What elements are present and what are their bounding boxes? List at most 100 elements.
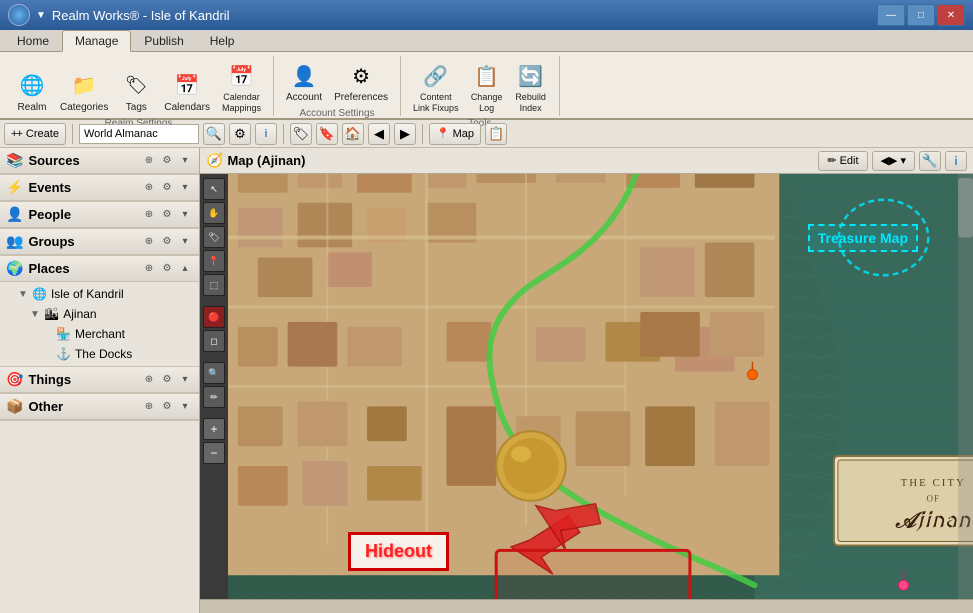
create-button[interactable]: + + Create	[4, 123, 66, 145]
groups-add-btn[interactable]: ⊕	[141, 234, 157, 250]
toolbar-separator-3	[422, 124, 423, 144]
back-btn[interactable]: ◀	[368, 123, 390, 145]
ribbon-btn-rebuild-index[interactable]: 🔄 RebuildIndex	[511, 58, 551, 116]
search-input[interactable]	[79, 124, 199, 144]
sidebar-section-other: 📦 Other ⊕ ⚙ ▾	[0, 394, 199, 421]
ribbon-btn-calendar-mappings[interactable]: 📅 CalendarMappings	[218, 58, 265, 116]
ribbon-btn-calendars[interactable]: 📅 Calendars	[160, 68, 214, 116]
places-settings-btn[interactable]: ⚙	[159, 261, 175, 277]
account-settings-label: Account Settings	[299, 108, 374, 119]
preferences-icon: ⚙	[345, 60, 377, 92]
map-image[interactable]: THE CITY OF 𝒜jinan Treasure Map	[228, 174, 973, 599]
tree-item-isle-of-kandril[interactable]: ▼ 🌐 Isle of Kandril	[0, 284, 199, 304]
sources-expand-btn[interactable]: ▾	[177, 153, 193, 169]
sidebar-header-places[interactable]: 🌍 Places ⊕ ⚙ ▴	[0, 256, 199, 282]
ribbon-btn-content-link-fixups[interactable]: 🔗 ContentLink Fixups	[409, 58, 463, 116]
map-ctrl-tag[interactable]: 🏷	[203, 226, 225, 248]
map-horizontal-scrollbar[interactable]	[200, 599, 973, 613]
events-label: Events	[28, 180, 71, 195]
map-tools-btn[interactable]: 🔧	[919, 151, 941, 171]
ribbon-btn-account[interactable]: 👤 Account	[282, 58, 326, 106]
other-expand-btn[interactable]: ▾	[177, 399, 193, 415]
maximize-button[interactable]: □	[907, 4, 935, 26]
ajinan-icon: 🏙	[44, 307, 59, 321]
map-ctrl-move[interactable]: ✋	[203, 202, 225, 224]
map-ctrl-zoom-out[interactable]: −	[203, 442, 225, 464]
places-icon: 🌍	[6, 260, 23, 277]
ribbon-btn-categories[interactable]: 📁 Categories	[56, 68, 112, 116]
map-info-btn[interactable]: i	[945, 151, 967, 171]
merchant-icon: 🏪	[56, 327, 71, 341]
tab-help[interactable]: Help	[197, 30, 248, 51]
groups-settings-btn[interactable]: ⚙	[159, 234, 175, 250]
map-ctrl-zoom-in[interactable]: +	[203, 418, 225, 440]
sidebar-header-events[interactable]: ⚡ Events ⊕ ⚙ ▾	[0, 175, 199, 201]
sidebar: 📚 Sources ⊕ ⚙ ▾ ⚡ Events ⊕ ⚙	[0, 148, 200, 613]
things-expand-btn[interactable]: ▾	[177, 372, 193, 388]
map-ctrl-select[interactable]: ↖	[203, 178, 225, 200]
tree-item-ajinan[interactable]: ▼ 🏙 Ajinan	[0, 304, 199, 324]
map-ctrl-draw[interactable]: ✏	[203, 386, 225, 408]
ribbon-btn-realm[interactable]: 🌐 Realm	[12, 68, 52, 116]
map-ctrl-reveal[interactable]: 🔴	[203, 306, 225, 328]
groups-expand-btn[interactable]: ▾	[177, 234, 193, 250]
toolbar-separator-1	[72, 124, 73, 144]
sidebar-section-things: 🎯 Things ⊕ ⚙ ▾	[0, 367, 199, 394]
bookmark-icon-btn[interactable]: 🔖	[316, 123, 338, 145]
tab-home[interactable]: Home	[4, 30, 62, 51]
ribbon-btn-change-log[interactable]: 📋 ChangeLog	[467, 58, 507, 116]
map-edit-button[interactable]: ✏ Edit	[818, 151, 867, 171]
sidebar-header-things[interactable]: 🎯 Things ⊕ ⚙ ▾	[0, 367, 199, 393]
places-expand-btn[interactable]: ▴	[177, 261, 193, 277]
other-settings-btn[interactable]: ⚙	[159, 399, 175, 415]
home-nav-btn[interactable]: 🏠	[342, 123, 364, 145]
map-container: ↖ ✋ 🏷 📍 ⬚ 🔴 ◻ 🔍 ✏ + −	[200, 174, 973, 599]
sidebar-section-events: ⚡ Events ⊕ ⚙ ▾	[0, 175, 199, 202]
map-extra-btn[interactable]: 📋	[485, 123, 507, 145]
ribbon-btn-preferences[interactable]: ⚙ Preferences	[330, 58, 392, 106]
map-ctrl-area[interactable]: ⬚	[203, 274, 225, 296]
sidebar-header-people[interactable]: 👤 People ⊕ ⚙ ▾	[0, 202, 199, 228]
sidebar-header-groups[interactable]: 👥 Groups ⊕ ⚙ ▾	[0, 229, 199, 255]
forward-btn[interactable]: ▶	[394, 123, 416, 145]
merchant-label: Merchant	[75, 327, 125, 341]
info-icon-btn[interactable]: i	[255, 123, 277, 145]
search-icon-btn[interactable]: 🔍	[203, 123, 225, 145]
sources-settings-btn[interactable]: ⚙	[159, 153, 175, 169]
ribbon-btn-tags[interactable]: 🏷 Tags	[116, 68, 156, 116]
map-ctrl-zoom-search[interactable]: 🔍	[203, 362, 225, 384]
app-dropdown-arrow[interactable]: ▼	[36, 10, 46, 21]
people-icon: 👤	[6, 206, 23, 223]
events-expand-btn[interactable]: ▾	[177, 180, 193, 196]
people-add-btn[interactable]: ⊕	[141, 207, 157, 223]
ajinan-label: Ajinan	[63, 307, 96, 321]
places-add-btn[interactable]: ⊕	[141, 261, 157, 277]
sidebar-header-other[interactable]: 📦 Other ⊕ ⚙ ▾	[0, 394, 199, 420]
map-ctrl-pin[interactable]: 📍	[203, 250, 225, 272]
things-icon: 🎯	[6, 371, 23, 388]
people-settings-btn[interactable]: ⚙	[159, 207, 175, 223]
map-ctrl-hide[interactable]: ◻	[203, 330, 225, 352]
things-settings-btn[interactable]: ⚙	[159, 372, 175, 388]
tab-publish[interactable]: Publish	[131, 30, 196, 51]
things-add-btn[interactable]: ⊕	[141, 372, 157, 388]
people-expand-btn[interactable]: ▾	[177, 207, 193, 223]
sidebar-header-sources[interactable]: 📚 Sources ⊕ ⚙ ▾	[0, 148, 199, 174]
map-navigate-btn[interactable]: ◀▶ ▾	[872, 151, 915, 171]
configure-icon-btn[interactable]: ⚙	[229, 123, 251, 145]
ribbon-tabs: Home Manage Publish Help	[0, 30, 973, 52]
content-link-fixups-icon: 🔗	[420, 60, 452, 92]
close-button[interactable]: ✕	[937, 4, 965, 26]
minimize-button[interactable]: —	[877, 4, 905, 26]
tree-item-merchant[interactable]: ▶ 🏪 Merchant	[0, 324, 199, 344]
tag-icon-btn[interactable]: 🏷	[290, 123, 312, 145]
edit-pencil-icon: ✏	[827, 154, 836, 167]
map-area: 🧭 Map (Ajinan) ✏ Edit ◀▶ ▾ 🔧 i ↖	[200, 148, 973, 613]
tab-manage[interactable]: Manage	[62, 30, 131, 52]
sources-add-btn[interactable]: ⊕	[141, 153, 157, 169]
tree-item-the-docks[interactable]: ▶ ⚓ The Docks	[0, 344, 199, 364]
other-add-btn[interactable]: ⊕	[141, 399, 157, 415]
map-button[interactable]: 📍 Map	[429, 123, 481, 145]
events-settings-btn[interactable]: ⚙	[159, 180, 175, 196]
events-add-btn[interactable]: ⊕	[141, 180, 157, 196]
